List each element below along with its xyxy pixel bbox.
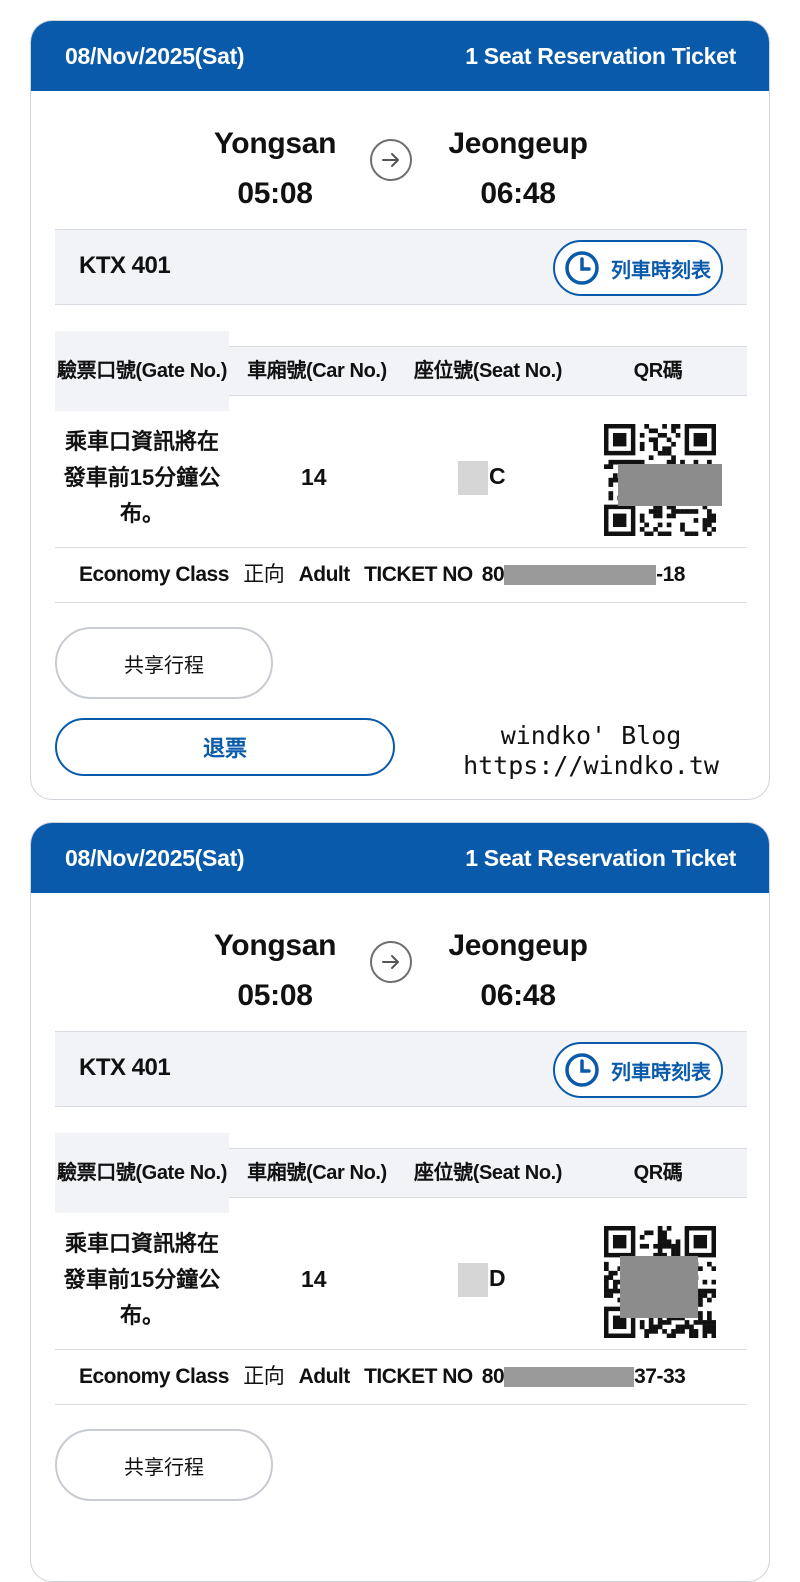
seat-letter: C xyxy=(489,463,506,490)
gate-info: 乘車口資訊將在發車前15分鐘公布。 xyxy=(63,1231,221,1328)
route-section: Yongsan 05:08 Jeongeup 06:48 xyxy=(31,91,769,229)
direction: 正向 xyxy=(243,563,285,586)
departure: Yongsan 05:08 xyxy=(175,921,375,1021)
passenger-type: Adult xyxy=(298,563,351,586)
car-header: 車廂號(Car No.) xyxy=(247,1162,387,1184)
arrival-time: 06:48 xyxy=(480,177,556,210)
car-header: 車廂號(Car No.) xyxy=(247,360,387,382)
travel-date: 08/Nov/2025(Sat) xyxy=(65,42,245,69)
qr-header: QR碼 xyxy=(633,1162,683,1184)
seat-number: D xyxy=(458,1263,506,1297)
column-header: 車廂號(Car No.) 座位號(Seat No.) QR碼 xyxy=(229,1148,747,1198)
departure: Yongsan 05:08 xyxy=(175,119,375,219)
gate-header: 驗票口號(Gate No.) xyxy=(55,1133,229,1213)
redaction-blur xyxy=(504,1367,635,1388)
timetable-button[interactable]: 列車時刻表 xyxy=(553,1042,723,1098)
ticket-info-line: Economy Class 正向 Adult TICKET NO 80 -18 xyxy=(55,547,747,603)
arrival: Jeongeup 06:48 xyxy=(418,921,618,1021)
watermark-url: https://windko.tw xyxy=(463,751,719,780)
ticket-type: 1 Seat Reservation Ticket xyxy=(465,844,736,871)
ticket-no-label: TICKET NO xyxy=(364,563,473,586)
column-header: 車廂號(Car No.) 座位號(Seat No.) QR碼 xyxy=(229,346,747,396)
departure-station: Yongsan xyxy=(213,127,337,160)
car-number: 14 xyxy=(301,1266,327,1292)
departure-time: 05:08 xyxy=(237,177,313,210)
ticket-header: 08/Nov/2025(Sat) 1 Seat Reservation Tick… xyxy=(31,21,769,91)
redaction-blur xyxy=(504,565,657,586)
ticket-info-line: Economy Class 正向 Adult TICKET NO 80 37-33 xyxy=(55,1349,747,1405)
gate-header: 驗票口號(Gate No.) xyxy=(55,331,229,411)
seat-letter: D xyxy=(489,1265,506,1292)
ticket-card-2: 08/Nov/2025(Sat) 1 Seat Reservation Tick… xyxy=(30,822,770,1582)
ticket-header: 08/Nov/2025(Sat) 1 Seat Reservation Tick… xyxy=(31,823,769,893)
clock-icon xyxy=(565,251,599,285)
seat-header: 座位號(Seat No.) xyxy=(413,360,563,382)
ticket-no-suffix: 37-33 xyxy=(634,1365,686,1388)
seat-header: 座位號(Seat No.) xyxy=(413,1162,563,1184)
gate-info: 乘車口資訊將在發車前15分鐘公布。 xyxy=(63,429,221,526)
qr-header: QR碼 xyxy=(633,360,683,382)
share-itinerary-button[interactable]: 共享行程 xyxy=(55,1429,273,1501)
ticket-no-suffix: -18 xyxy=(656,563,685,586)
watermark-title: windko' Blog xyxy=(500,721,682,750)
ticket-no-label: TICKET NO xyxy=(364,1365,473,1388)
redaction-blur xyxy=(458,461,488,495)
departure-station: Yongsan xyxy=(213,929,337,962)
redaction-blur xyxy=(620,1256,698,1318)
timetable-button[interactable]: 列車時刻表 xyxy=(553,240,723,296)
clock-icon xyxy=(565,1053,599,1087)
route-section: Yongsan 05:08 Jeongeup 06:48 xyxy=(31,893,769,1031)
arrival-station: Jeongeup xyxy=(448,127,588,160)
ticket-card-1: 08/Nov/2025(Sat) 1 Seat Reservation Tick… xyxy=(30,20,770,800)
arrival-station: Jeongeup xyxy=(448,929,588,962)
train-bar: KTX 401 列車時刻表 xyxy=(55,1031,747,1107)
timetable-label: 列車時刻表 xyxy=(611,1061,711,1084)
qr-code-icon[interactable] xyxy=(604,424,722,537)
train-number: KTX 401 xyxy=(79,252,171,279)
blog-watermark: windko' Blog https://windko.tw xyxy=(431,721,751,781)
timetable-label: 列車時刻表 xyxy=(611,259,711,282)
arrival-time: 06:48 xyxy=(480,979,556,1012)
seat-number: C xyxy=(458,461,506,495)
ticket-no-prefix: 80 xyxy=(481,1365,505,1388)
redaction-blur xyxy=(458,1263,488,1297)
direction: 正向 xyxy=(243,1365,285,1388)
car-number: 14 xyxy=(301,464,327,490)
ticket-no-prefix: 80 xyxy=(481,563,505,586)
arrival: Jeongeup 06:48 xyxy=(418,119,618,219)
passenger-type: Adult xyxy=(298,1365,351,1388)
qr-code-icon[interactable] xyxy=(604,1226,717,1339)
redaction-blur xyxy=(618,464,722,506)
class-label: Economy Class xyxy=(79,563,229,586)
travel-date: 08/Nov/2025(Sat) xyxy=(65,844,245,871)
departure-time: 05:08 xyxy=(237,979,313,1012)
refund-button[interactable]: 退票 xyxy=(55,718,395,776)
train-bar: KTX 401 列車時刻表 xyxy=(55,229,747,305)
share-itinerary-button[interactable]: 共享行程 xyxy=(55,627,273,699)
arrow-right-circle-icon xyxy=(370,139,412,181)
train-number: KTX 401 xyxy=(79,1054,171,1081)
ticket-type: 1 Seat Reservation Ticket xyxy=(465,42,736,69)
class-label: Economy Class xyxy=(79,1365,229,1388)
arrow-right-circle-icon xyxy=(370,941,412,983)
